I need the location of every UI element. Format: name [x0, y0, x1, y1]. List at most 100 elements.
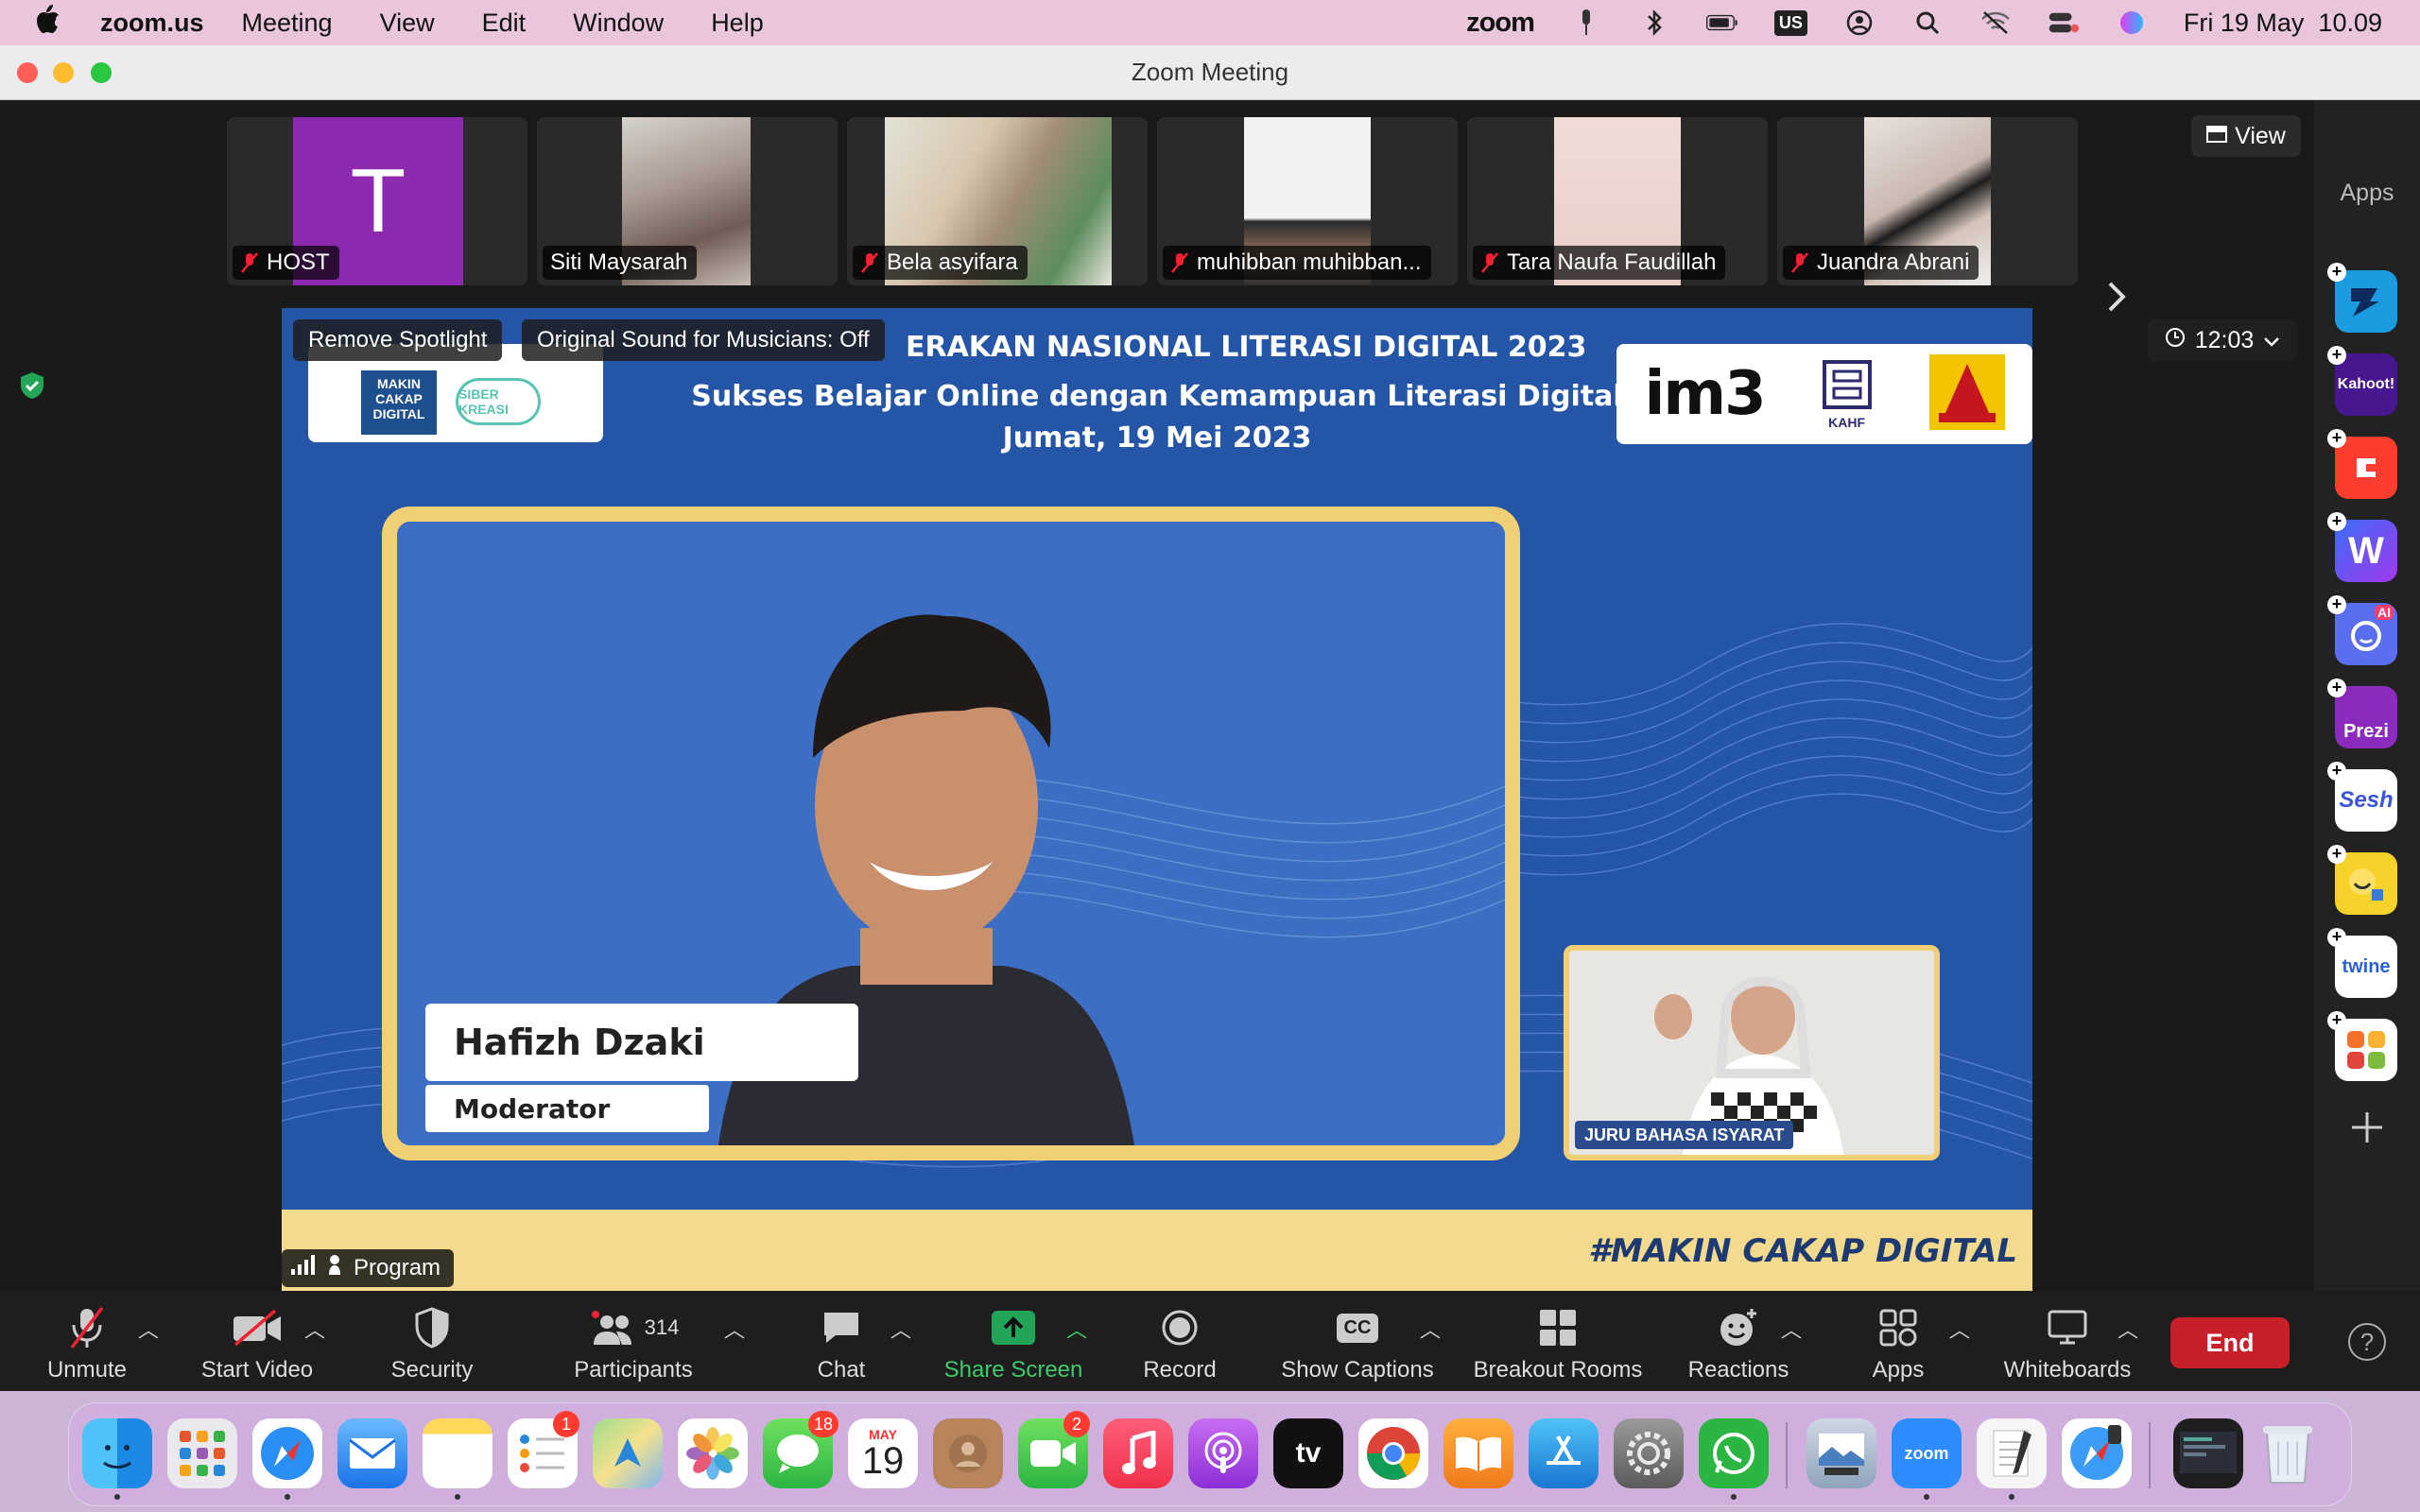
participants-button[interactable]: 314 Participants: [563, 1291, 703, 1391]
participant-thumbnail-bela[interactable]: Bela asyifara: [847, 117, 1148, 285]
add-app-plus-icon[interactable]: +: [2327, 346, 2346, 365]
dock-finder-icon[interactable]: [82, 1418, 152, 1488]
menu-view[interactable]: View: [380, 9, 435, 38]
apps-button[interactable]: Apps: [1858, 1291, 1938, 1391]
whiteboards-options-caret-icon[interactable]: ︿: [2118, 1314, 2138, 1344]
add-app-plus-icon[interactable]: +: [2327, 679, 2346, 697]
audio-options-caret-icon[interactable]: ︿: [138, 1314, 159, 1344]
original-sound-button[interactable]: Original Sound for Musicians: Off: [522, 319, 885, 361]
apps-options-caret-icon[interactable]: ︿: [1949, 1314, 1970, 1344]
add-app-plus-icon[interactable]: +: [2327, 762, 2346, 781]
end-meeting-button[interactable]: End: [2170, 1317, 2290, 1368]
add-app-plus-icon[interactable]: +: [2327, 512, 2346, 531]
chat-button[interactable]: Chat: [804, 1291, 879, 1391]
dock-screen-window-icon[interactable]: [2173, 1418, 2243, 1488]
dock-launchpad-icon[interactable]: [167, 1418, 237, 1488]
video-options-caret-icon[interactable]: ︿: [304, 1314, 325, 1344]
dock-mail-icon[interactable]: [337, 1418, 407, 1488]
view-button[interactable]: View: [2191, 115, 2301, 157]
add-app-icon[interactable]: [2348, 1106, 2386, 1158]
minimize-window-button[interactable]: [53, 62, 74, 83]
dock-safari-technology-preview-icon[interactable]: [2062, 1418, 2132, 1488]
app-tile-wooclap[interactable]: W: [2335, 520, 2397, 582]
close-window-button[interactable]: [17, 62, 38, 83]
apple-icon[interactable]: [34, 4, 68, 42]
show-captions-button[interactable]: CC Show Captions: [1278, 1291, 1437, 1391]
reactions-options-caret-icon[interactable]: ︿: [1781, 1314, 1802, 1344]
app-tile-emoji[interactable]: [2335, 852, 2397, 915]
security-button[interactable]: Security: [382, 1291, 482, 1391]
spotlight-pin-icon: [325, 1254, 344, 1283]
add-app-plus-icon[interactable]: +: [2327, 429, 2346, 448]
dock-system-settings-icon[interactable]: [1614, 1418, 1684, 1488]
add-app-plus-icon[interactable]: +: [2327, 845, 2346, 864]
dock-textedit-icon[interactable]: [1977, 1418, 2047, 1488]
participant-thumbnail-host[interactable]: T HOST: [227, 117, 527, 285]
wifi-off-icon[interactable]: [1979, 7, 2012, 39]
reactions-button[interactable]: Reactions: [1683, 1291, 1794, 1391]
app-tile-prezi[interactable]: Prezi: [2335, 686, 2397, 748]
participants-options-caret-icon[interactable]: ︿: [724, 1314, 745, 1344]
dock-contacts-icon[interactable]: [933, 1418, 1003, 1488]
dock-app-store-icon[interactable]: [1529, 1418, 1599, 1488]
share-options-caret-icon[interactable]: ︿: [1066, 1314, 1087, 1344]
keyboard-layout-badge[interactable]: US: [1773, 9, 1807, 36]
participant-thumbnail-muhibban[interactable]: muhibban muhibban...: [1157, 117, 1458, 285]
user-account-icon[interactable]: [1843, 7, 1876, 39]
dock-tv-icon[interactable]: tv: [1273, 1418, 1343, 1488]
help-icon[interactable]: ?: [2348, 1323, 2386, 1361]
participant-thumbnail-juandra[interactable]: Juandra Abrani: [1777, 117, 2078, 285]
whiteboards-button[interactable]: Whiteboards: [1998, 1291, 2136, 1391]
app-tile-3[interactable]: [2335, 437, 2397, 499]
dock-whatsapp-icon[interactable]: [1699, 1418, 1769, 1488]
remove-spotlight-button[interactable]: Remove Spotlight: [293, 319, 503, 361]
meeting-timer[interactable]: 12:03: [2148, 319, 2297, 361]
add-app-plus-icon[interactable]: +: [2327, 1011, 2346, 1030]
menu-window[interactable]: Window: [573, 9, 664, 38]
menu-app-name[interactable]: zoom.us: [100, 9, 204, 38]
dock-preview-icon[interactable]: [1806, 1418, 1876, 1488]
unmute-button[interactable]: Unmute: [38, 1291, 136, 1391]
dock-safari-icon[interactable]: [252, 1418, 322, 1488]
battery-icon[interactable]: [1705, 7, 1738, 39]
dock-chrome-icon[interactable]: [1358, 1418, 1428, 1488]
dock-podcasts-icon[interactable]: [1188, 1418, 1258, 1488]
participant-thumbnail-tara[interactable]: Tara Naufa Faudillah: [1467, 117, 1768, 285]
dock-books-icon[interactable]: [1443, 1418, 1513, 1488]
menu-meeting[interactable]: Meeting: [242, 9, 333, 38]
participant-thumbnail-siti[interactable]: Siti Maysarah: [537, 117, 838, 285]
menu-edit[interactable]: Edit: [482, 9, 527, 38]
breakout-rooms-button[interactable]: Breakout Rooms: [1471, 1291, 1645, 1391]
maximize-window-button[interactable]: [91, 62, 112, 83]
dock-trash-icon[interactable]: [2253, 1418, 2323, 1488]
record-button[interactable]: Record: [1140, 1291, 1219, 1391]
app-tile-kahoot[interactable]: Kahoot!: [2335, 353, 2397, 416]
dock-maps-icon[interactable]: [593, 1418, 663, 1488]
menu-help[interactable]: Help: [711, 9, 764, 38]
menubar-clock[interactable]: Fri 19 May 10.09: [2184, 9, 2382, 38]
mic-status-icon[interactable]: [1570, 7, 1602, 39]
dock-zoom-icon[interactable]: zoom: [1892, 1418, 1962, 1488]
app-tile-twine[interactable]: twine: [2335, 936, 2397, 998]
bluetooth-icon[interactable]: [1638, 7, 1670, 39]
dock-calendar-icon[interactable]: MAY 19: [848, 1418, 918, 1488]
search-icon[interactable]: [1911, 7, 1944, 39]
participant-name: Bela asyifara: [887, 249, 1018, 275]
control-center-icon[interactable]: [2048, 7, 2080, 39]
siri-icon[interactable]: [2116, 7, 2148, 39]
app-tile-1[interactable]: [2335, 270, 2397, 333]
dock-photos-icon[interactable]: [678, 1418, 748, 1488]
dock-music-icon[interactable]: [1103, 1418, 1173, 1488]
app-tile-grid[interactable]: [2335, 1019, 2397, 1081]
app-tile-sesh[interactable]: Sesh: [2335, 769, 2397, 832]
encryption-shield-icon[interactable]: [17, 370, 47, 401]
app-tile-ai[interactable]: AI: [2335, 603, 2397, 665]
chat-options-caret-icon[interactable]: ︿: [890, 1314, 911, 1344]
zoom-status-label[interactable]: zoom: [1466, 8, 1535, 39]
thumbnails-next-chevron-icon[interactable]: [2106, 280, 2127, 323]
captions-options-caret-icon[interactable]: ︿: [1420, 1314, 1441, 1344]
add-app-plus-icon[interactable]: +: [2327, 595, 2346, 614]
add-app-plus-icon[interactable]: +: [2327, 928, 2346, 947]
add-app-plus-icon[interactable]: +: [2327, 263, 2346, 282]
dock-notes-icon[interactable]: [423, 1418, 493, 1488]
